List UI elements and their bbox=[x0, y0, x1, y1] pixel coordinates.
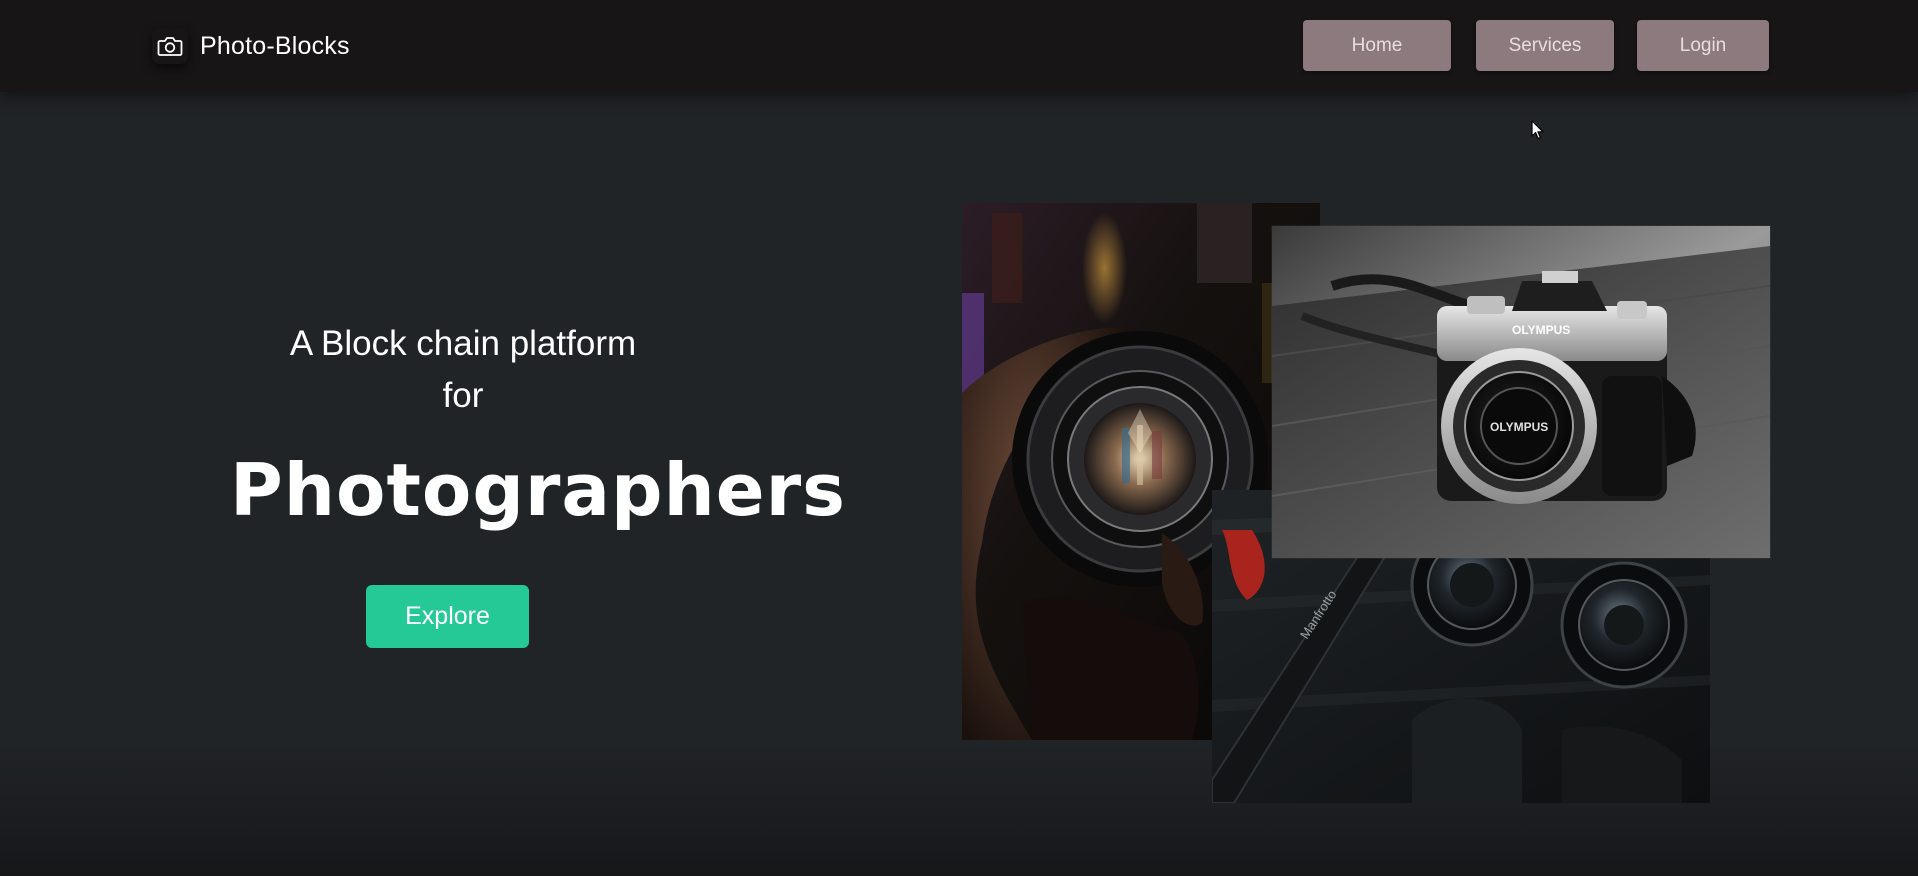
nav-services-button[interactable]: Services bbox=[1476, 20, 1614, 71]
brand[interactable]: Photo-Blocks bbox=[152, 24, 350, 68]
brand-name[interactable]: Photo-Blocks bbox=[200, 32, 350, 61]
mouse-cursor-icon bbox=[1531, 120, 1545, 145]
svg-text:OLYMPUS: OLYMPUS bbox=[1490, 420, 1548, 434]
svg-text:OLYMPUS: OLYMPUS bbox=[1512, 323, 1570, 337]
hero-title: Photographers bbox=[230, 448, 846, 532]
hero-subtitle-line2: for bbox=[442, 376, 484, 415]
navbar: Photo-Blocks Home Services Login bbox=[0, 0, 1918, 92]
explore-button[interactable]: Explore bbox=[366, 585, 529, 648]
camera-icon bbox=[152, 28, 188, 64]
page: Photo-Blocks Home Services Login A Block… bbox=[0, 0, 1918, 876]
hero-subtitle-line1: A Block chain platform bbox=[289, 324, 637, 363]
hero-subtitle: A Block chain platform for bbox=[263, 318, 663, 422]
nav-login-button[interactable]: Login bbox=[1637, 20, 1769, 71]
olympus-camera-photo: OLYMPUS OLYMPUS bbox=[1272, 226, 1770, 558]
nav-home-button[interactable]: Home bbox=[1303, 20, 1451, 71]
